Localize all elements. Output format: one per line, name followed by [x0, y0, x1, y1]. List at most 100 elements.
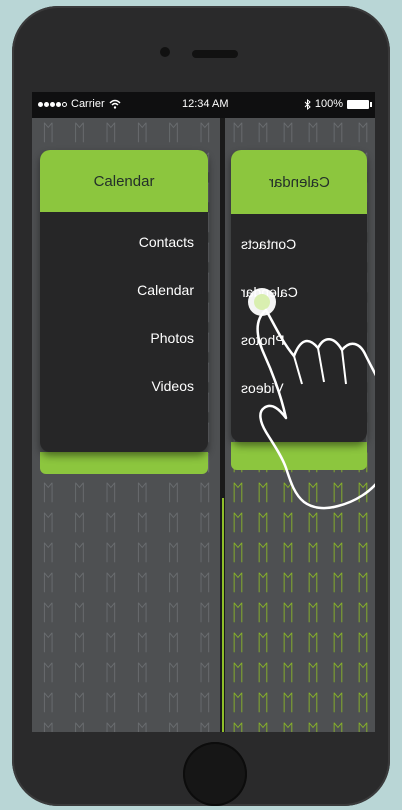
pattern-tile: ᛖ — [72, 480, 86, 506]
pattern-tile: ᛖ — [166, 630, 180, 656]
pattern-tile: ᛖ — [166, 570, 180, 596]
menu-item-calendar-mirrored[interactable]: Calendar — [231, 268, 367, 316]
pattern-tile: ᛖ — [256, 690, 269, 716]
pattern-tile: ᛖ — [104, 600, 117, 626]
pattern-tile: ᛖ — [135, 540, 149, 566]
menu-item-label: Videos — [241, 380, 284, 396]
pattern-tile: ᛖ — [135, 690, 149, 716]
menu-list-mirrored: Contacts Calendar Photos Videos — [231, 214, 367, 412]
pattern-tile: ᛖ — [356, 600, 369, 626]
pattern-tile: ᛖ — [306, 690, 319, 716]
menu-header[interactable]: Calendar — [40, 150, 208, 212]
menu-item-label: Contacts — [138, 234, 194, 250]
menu-header-mirrored[interactable]: Calendar — [231, 150, 367, 214]
menu-header-label: Calendar — [268, 173, 330, 191]
pattern-tile: ᛖ — [166, 480, 180, 506]
pattern-tile: ᛖ — [166, 660, 180, 686]
pattern-tile: ᛖ — [256, 630, 269, 656]
pattern-tile: ᛖ — [306, 120, 319, 146]
pattern-tile: ᛖ — [104, 510, 117, 536]
phone-screen: Carrier 12:34 AM 100% ᛖᛖᛖᛖᛖᛖᛖᛖᛖᛖᛖᛖᛖᛖᛖᛖᛖᛖ… — [32, 92, 375, 732]
pattern-tile: ᛖ — [231, 600, 244, 626]
menu-item-videos-mirrored[interactable]: Videos — [231, 364, 367, 412]
menu-item-contacts-mirrored[interactable]: Contacts — [231, 220, 367, 268]
pattern-tile: ᛖ — [256, 510, 269, 536]
pattern-tile: ᛖ — [72, 660, 86, 686]
pattern-tile: ᛖ — [356, 480, 369, 506]
pattern-tile: ᛖ — [198, 630, 211, 656]
pattern-tile: ᛖ — [166, 540, 180, 566]
menu-header-label: Calendar — [93, 172, 155, 190]
pattern-tile: ᛖ — [331, 570, 344, 596]
pattern-tile: ᛖ — [41, 630, 55, 656]
pattern-tile: ᛖ — [41, 540, 55, 566]
pattern-tile: ᛖ — [281, 510, 294, 536]
pattern-tile: ᛖ — [95, 718, 126, 733]
home-button[interactable] — [183, 742, 247, 806]
pattern-tile: ᛖ — [72, 540, 86, 566]
front-camera — [160, 47, 170, 57]
pattern-tile: ᛖ — [135, 630, 149, 656]
battery-percent: 100% — [314, 98, 343, 110]
carrier-label: Carrier — [71, 98, 105, 110]
pattern-tile: ᛖ — [198, 690, 211, 716]
pattern-tile: ᛖ — [198, 510, 211, 536]
pattern-tile: ᛖ — [126, 718, 157, 733]
menu-item-label: Contacts — [241, 236, 297, 252]
pattern-tile: ᛖ — [356, 540, 369, 566]
pattern-tile: ᛖ — [300, 718, 325, 733]
pattern-tile: ᛖ — [157, 718, 188, 733]
pattern-tile: ᛖ — [104, 570, 117, 596]
pattern-tile: ᛖ — [231, 510, 244, 536]
pattern-tile: ᛖ — [166, 510, 180, 536]
pattern-tile: ᛖ — [72, 690, 86, 716]
pattern-tile: ᛖ — [72, 510, 86, 536]
pattern-tile: ᛖ — [198, 660, 211, 686]
pattern-tile: ᛖ — [231, 120, 244, 146]
pattern-tile: ᛖ — [281, 660, 294, 686]
left-menu-card: Calendar Contacts Calendar Photos Videos — [40, 150, 208, 452]
left-panel: ᛖᛖᛖᛖᛖᛖᛖᛖᛖᛖᛖᛖᛖᛖᛖᛖᛖᛖᛖᛖᛖᛖᛖᛖᛖᛖᛖᛖᛖᛖᛖᛖᛖᛖᛖᛖᛖᛖᛖᛖ… — [32, 118, 220, 732]
pattern-tile: ᛖ — [231, 480, 244, 506]
pattern-tile: ᛖ — [166, 120, 180, 146]
pattern-tile: ᛖ — [331, 120, 344, 146]
pattern-tile: ᛖ — [231, 660, 244, 686]
pattern-tile: ᛖ — [72, 120, 86, 146]
pattern-tile: ᛖ — [356, 630, 369, 656]
pattern-tile: ᛖ — [72, 600, 86, 626]
status-right: 100% — [304, 98, 372, 110]
pattern-tile: ᛖ — [306, 540, 319, 566]
menu-item-label: Photos — [241, 332, 285, 348]
pattern-tile: ᛖ — [231, 630, 244, 656]
right-menu-card: Calendar Contacts Calendar Photos Videos — [231, 150, 367, 442]
earpiece-speaker — [192, 50, 238, 58]
pattern-tile: ᛖ — [198, 480, 211, 506]
pattern-tile: ᛖ — [325, 718, 350, 733]
pattern-tile: ᛖ — [198, 600, 211, 626]
pattern-tile: ᛖ — [72, 630, 86, 656]
pattern-tile: ᛖ — [104, 480, 117, 506]
pattern-tile: ᛖ — [356, 660, 369, 686]
menu-item-photos[interactable]: Photos — [40, 314, 208, 362]
pattern-tile: ᛖ — [104, 540, 117, 566]
pattern-tile: ᛖ — [250, 718, 275, 733]
menu-item-photos-mirrored[interactable]: Photos — [231, 316, 367, 364]
menu-item-label: Videos — [151, 378, 194, 394]
pattern-tile: ᛖ — [63, 718, 94, 733]
status-time: 12:34 AM — [182, 98, 229, 110]
status-bar: Carrier 12:34 AM 100% — [32, 92, 375, 118]
pattern-tile: ᛖ — [256, 660, 269, 686]
menu-item-calendar[interactable]: Calendar — [40, 266, 208, 314]
pattern-tile: ᛖ — [281, 570, 294, 596]
pattern-tile: ᛖ — [135, 570, 149, 596]
pattern-tile: ᛖ — [166, 600, 180, 626]
menu-item-contacts[interactable]: Contacts — [40, 218, 208, 266]
divider-glow — [222, 498, 224, 732]
pattern-tile: ᛖ — [104, 630, 117, 656]
status-left: Carrier — [38, 98, 121, 110]
pattern-tile: ᛖ — [331, 600, 344, 626]
pattern-tile: ᛖ — [41, 480, 55, 506]
pattern-tile: ᛖ — [135, 120, 149, 146]
pattern-tile: ᛖ — [356, 690, 369, 716]
menu-item-videos[interactable]: Videos — [40, 362, 208, 410]
